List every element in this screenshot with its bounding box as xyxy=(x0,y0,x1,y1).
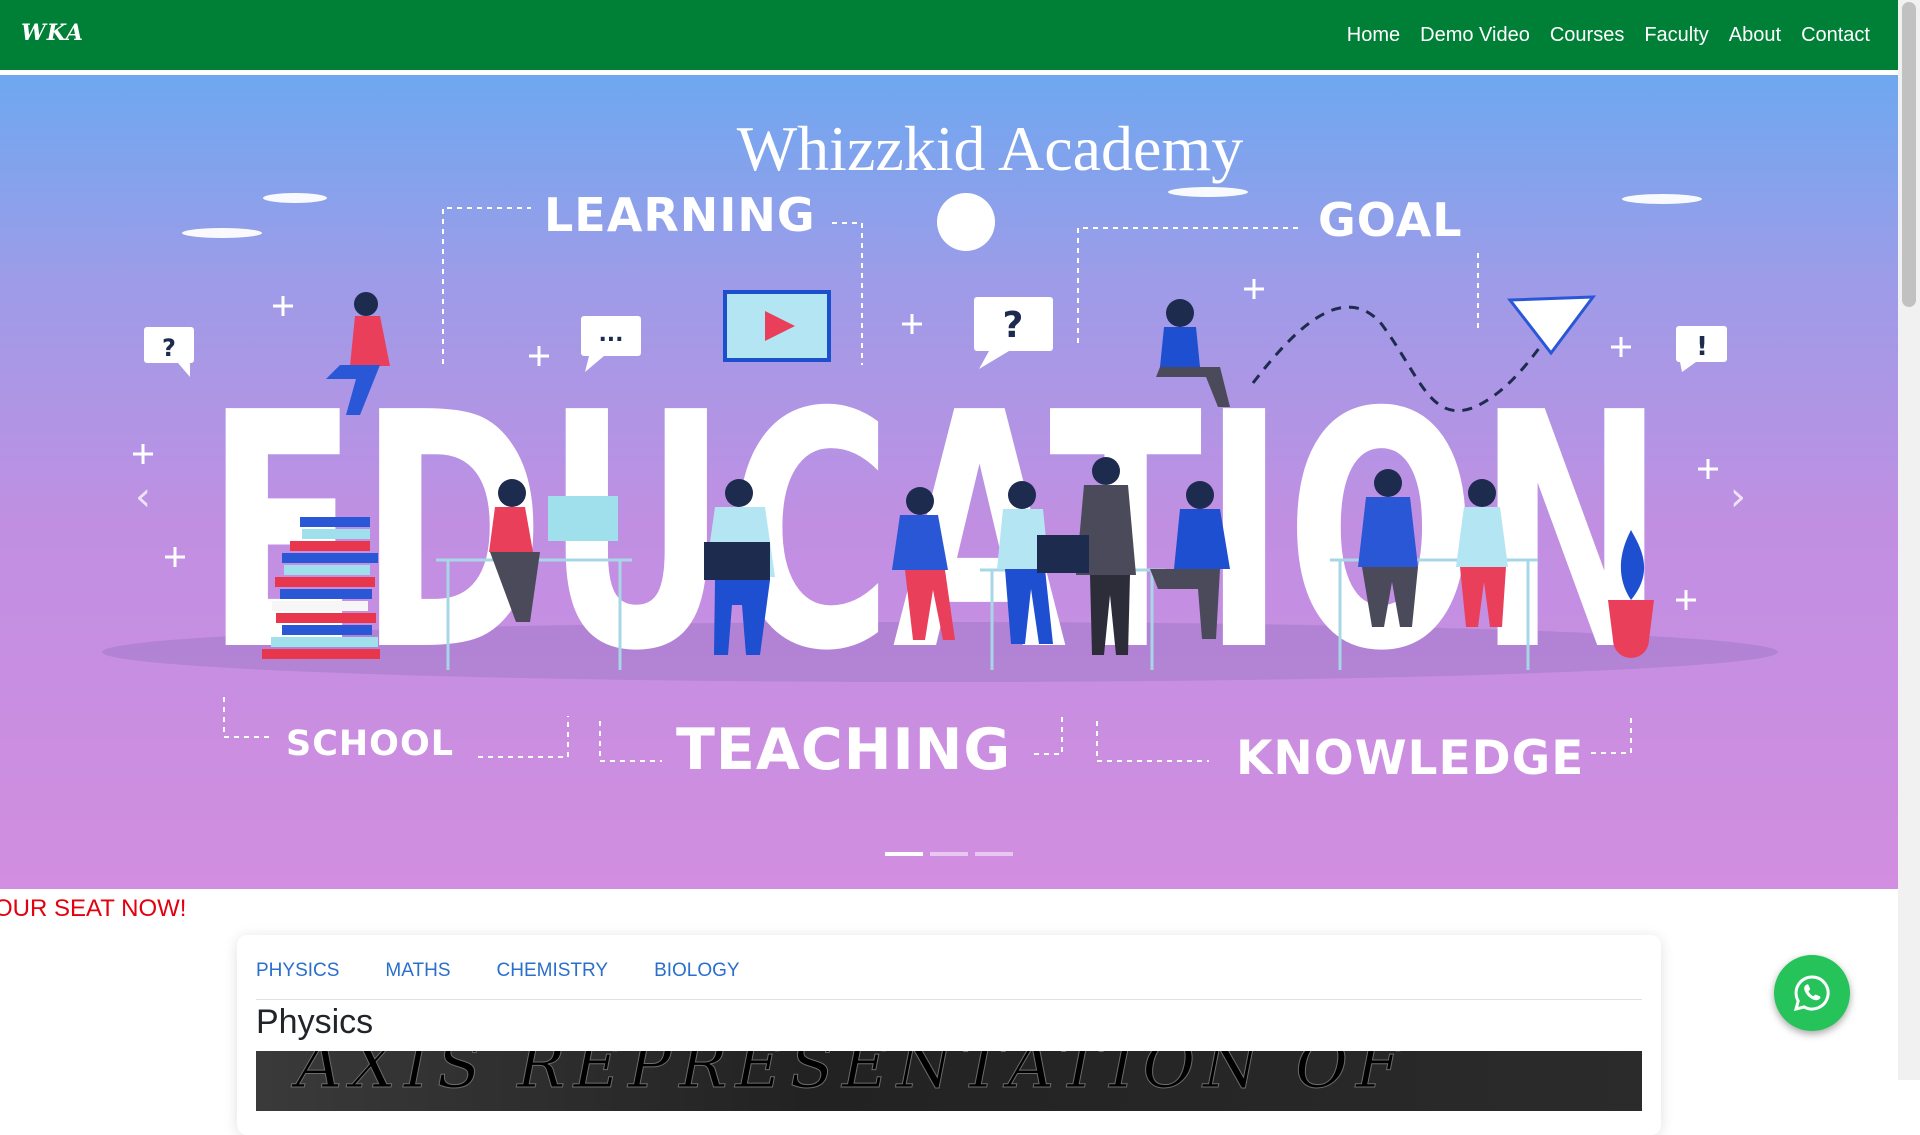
page-scrollbar[interactable] xyxy=(1898,0,1920,1080)
nav-link-about[interactable]: About xyxy=(1729,24,1781,47)
sun xyxy=(937,193,995,251)
chevron-left-icon: ‹ xyxy=(135,474,151,520)
subjects-card: PHYSICS MATHS CHEMISTRY BIOLOGY Physics … xyxy=(237,935,1661,1135)
section-title: Physics xyxy=(256,1003,374,1041)
subject-tabs: PHYSICS MATHS CHEMISTRY BIOLOGY xyxy=(256,960,786,982)
carousel-prev-button[interactable]: ‹ xyxy=(123,467,163,527)
word-teaching: TEACHING xyxy=(676,717,1012,783)
scrollbar-thumb[interactable] xyxy=(1902,2,1916,307)
word-goal: GOAL xyxy=(1318,193,1463,247)
video-player[interactable]: AXIS REPRESENTATION OF xyxy=(256,1051,1642,1111)
hero-title: Whizzkid Academy xyxy=(736,113,1244,184)
svg-text:?: ? xyxy=(162,334,176,362)
tab-chemistry[interactable]: CHEMISTRY xyxy=(497,960,609,982)
svg-text:...: ... xyxy=(598,322,623,347)
nav-link-contact[interactable]: Contact xyxy=(1801,24,1870,47)
tab-biology[interactable]: BIOLOGY xyxy=(654,960,740,982)
carousel-next-button[interactable]: › xyxy=(1718,467,1758,527)
svg-text:!: ! xyxy=(1696,332,1708,362)
carousel-indicator-3[interactable] xyxy=(975,852,1013,856)
nav-link-courses[interactable]: Courses xyxy=(1550,24,1624,47)
word-knowledge: KNOWLEDGE xyxy=(1236,731,1585,786)
tab-divider xyxy=(256,999,1642,1000)
brand-logo[interactable]: WKA xyxy=(21,20,84,46)
tab-maths[interactable]: MATHS xyxy=(385,960,450,982)
marquee-text: OUR SEAT NOW! xyxy=(0,895,187,922)
carousel-indicators xyxy=(885,852,1020,856)
nav-link-faculty[interactable]: Faculty xyxy=(1644,24,1708,47)
whatsapp-icon xyxy=(1793,975,1830,1012)
svg-text:?: ? xyxy=(1003,305,1024,346)
word-school: SCHOOL xyxy=(286,724,454,764)
nav-link-home[interactable]: Home xyxy=(1347,24,1400,47)
word-learning: LEARNING xyxy=(544,188,816,242)
tab-physics[interactable]: PHYSICS xyxy=(256,960,339,982)
carousel-indicator-1[interactable] xyxy=(885,852,923,856)
hero-carousel: EDUCATION ? ... ? ! xyxy=(0,75,1898,889)
nav-link-demo-video[interactable]: Demo Video xyxy=(1420,24,1530,47)
chevron-right-icon: › xyxy=(1730,474,1746,520)
nav-links: Home Demo Video Courses Faculty About Co… xyxy=(1327,0,1870,70)
video-thumbnail-text: AXIS REPRESENTATION OF xyxy=(295,1051,1409,1104)
whatsapp-button[interactable] xyxy=(1774,955,1850,1031)
navbar: WKA Home Demo Video Courses Faculty Abou… xyxy=(0,0,1898,70)
carousel-indicator-2[interactable] xyxy=(930,852,968,856)
